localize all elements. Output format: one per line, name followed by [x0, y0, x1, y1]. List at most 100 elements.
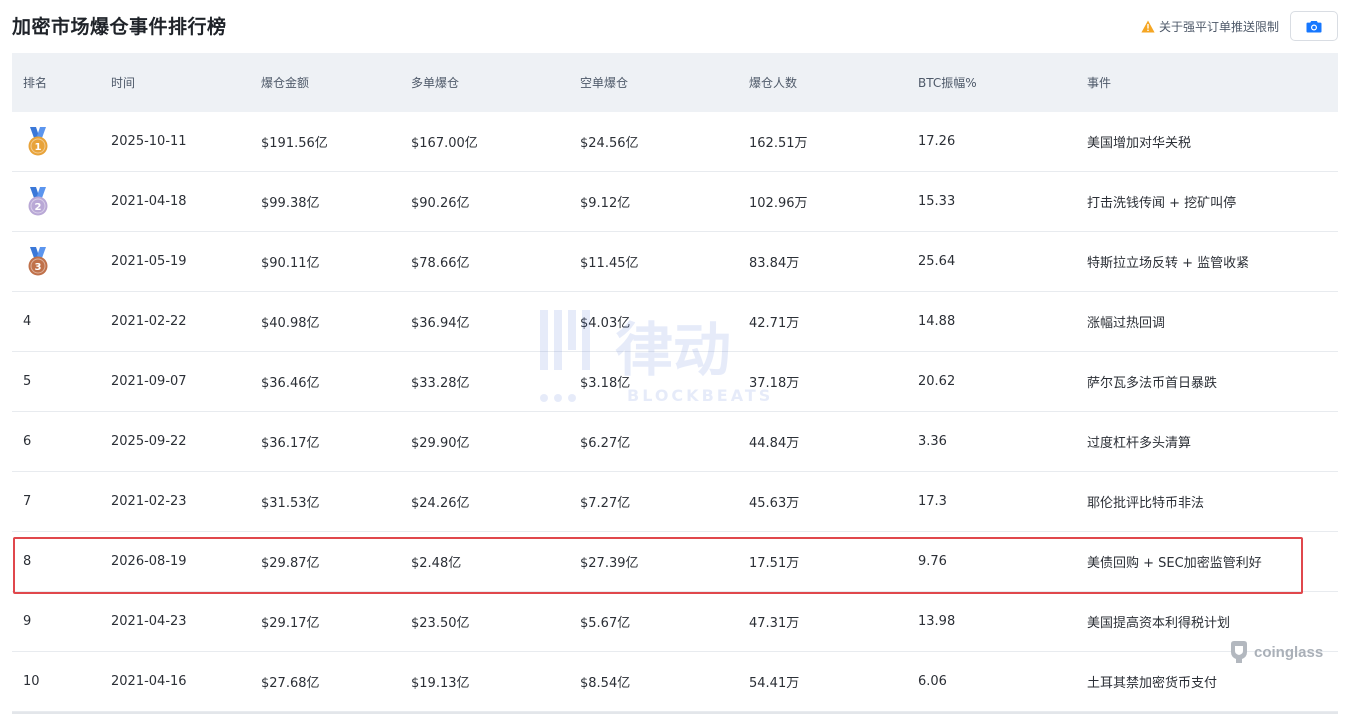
cell-long-liquidation: $2.48亿 [411, 556, 462, 571]
screenshot-button[interactable] [1290, 11, 1338, 41]
cell-total-liquidation: $40.98亿 [261, 316, 320, 331]
cell-rank: 9 [23, 614, 32, 629]
cell-long-liquidation: $90.26亿 [411, 196, 470, 211]
cell-btc-amplitude: 6.06 [918, 674, 947, 689]
cell-event: 美债回购 + SEC加密监管利好 [1087, 556, 1262, 571]
liquidation-ranking-table: 排名 时间 爆仓金额 多单爆仓 空单爆仓 爆仓人数 BTC振幅% 事件 1 202… [12, 53, 1338, 712]
header-rank[interactable]: 排名 [12, 74, 111, 91]
cell-btc-amplitude: 13.98 [918, 614, 956, 629]
cell-event: 美国提高资本利得税计划 [1087, 616, 1231, 631]
cell-rank: 8 [23, 554, 32, 569]
table-row[interactable]: 7 2021-02-23 $31.53亿 $24.26亿 $7.27亿 45.63万 17.… [12, 472, 1338, 532]
table-row[interactable]: 8 2026-08-19 $29.87亿 $2.48亿 $27.39亿 17.51万 9.7… [12, 532, 1338, 592]
table-row[interactable]: 9 2021-04-23 $29.17亿 $23.50亿 $5.67亿 47.31万 13.… [12, 592, 1338, 652]
medal-rank-number: 2 [35, 202, 42, 213]
coinglass-logo-icon [1231, 641, 1247, 663]
cell-rank: 10 [23, 674, 40, 689]
table-row[interactable]: 4 2021-02-22 $40.98亿 $36.94亿 $4.03亿 42.71万 14.… [12, 292, 1338, 352]
cell-total-liquidation: $90.11亿 [261, 256, 320, 271]
table-header: 排名 时间 爆仓金额 多单爆仓 空单爆仓 爆仓人数 BTC振幅% 事件 [12, 53, 1338, 112]
header-long-liquidation[interactable]: 多单爆仓 [411, 74, 580, 91]
table-row[interactable]: 1 2025-10-11 $191.56亿 $167.00亿 $24.56亿 162.51… [12, 112, 1338, 172]
cell-btc-amplitude: 17.3 [918, 494, 947, 509]
cell-time: 2021-02-22 [111, 314, 187, 329]
cell-event: 美国增加对华关税 [1087, 136, 1192, 151]
cell-time: 2021-04-23 [111, 614, 187, 629]
cell-short-liquidation: $7.27亿 [580, 496, 631, 511]
push-limit-notice-link[interactable]: 关于强平订单推送限制 [1141, 18, 1279, 35]
header-event: 事件 [1087, 76, 1112, 90]
cell-short-liquidation: $11.45亿 [580, 256, 639, 271]
header-short-liquidation[interactable]: 空单爆仓 [580, 74, 749, 91]
cell-rank: 7 [23, 494, 32, 509]
gold-medal-icon: 1 [28, 126, 48, 155]
bronze-medal-icon: 3 [28, 246, 48, 275]
page-title: 加密市场爆仓事件排行榜 [12, 16, 227, 38]
cell-event: 过度杠杆多头清算 [1087, 436, 1192, 451]
table-row[interactable]: 10 2021-04-16 $27.68亿 $19.13亿 $8.54亿 54.41万 6.… [12, 652, 1338, 712]
cell-rank: 5 [23, 374, 32, 389]
table-row[interactable]: 5 2021-09-07 $36.46亿 $33.28亿 $3.18亿 37.18万 20.… [12, 352, 1338, 412]
cell-total-liquidation: $99.38亿 [261, 196, 320, 211]
cell-long-liquidation: $78.66亿 [411, 256, 470, 271]
cell-event: 涨幅过热回调 [1087, 316, 1166, 331]
cell-liquidated-traders: 45.63万 [749, 496, 800, 511]
medal-rank-number: 1 [35, 142, 42, 153]
table-row[interactable]: 2 2021-04-18 $99.38亿 $90.26亿 $9.12亿 102.96万 15… [12, 172, 1338, 232]
cell-liquidated-traders: 17.51万 [749, 556, 800, 571]
cell-rank: 6 [23, 434, 32, 449]
coinglass-text: coinglass [1254, 643, 1324, 661]
cell-event: 特斯拉立场反转 + 监管收紧 [1087, 256, 1250, 271]
cell-time: 2025-10-11 [111, 134, 187, 149]
cell-btc-amplitude: 14.88 [918, 314, 956, 329]
medal-rank-number: 3 [35, 262, 42, 273]
cell-btc-amplitude: 3.36 [918, 434, 947, 449]
bottom-divider [12, 712, 1338, 714]
cell-btc-amplitude: 9.76 [918, 554, 947, 569]
table-row[interactable]: 6 2025-09-22 $36.17亿 $29.90亿 $6.27亿 44.84万 3.3… [12, 412, 1338, 472]
cell-time: 2021-04-18 [111, 194, 187, 209]
cell-liquidated-traders: 37.18万 [749, 376, 800, 391]
cell-short-liquidation: $5.67亿 [580, 616, 631, 631]
cell-time: 2026-08-19 [111, 554, 187, 569]
cell-long-liquidation: $29.90亿 [411, 436, 470, 451]
cell-event: 土耳其禁加密货币支付 [1087, 676, 1218, 691]
cell-time: 2021-04-16 [111, 674, 187, 689]
cell-liquidated-traders: 83.84万 [749, 256, 800, 271]
cell-liquidated-traders: 54.41万 [749, 676, 800, 691]
cell-event: 打击洗钱传闻 + 挖矿叫停 [1087, 196, 1237, 211]
cell-event: 萨尔瓦多法币首日暴跌 [1087, 376, 1218, 391]
cell-total-liquidation: $31.53亿 [261, 496, 320, 511]
header-btc-amplitude[interactable]: BTC振幅% [918, 74, 1087, 91]
cell-total-liquidation: $27.68亿 [261, 676, 320, 691]
table-body: 1 2025-10-11 $191.56亿 $167.00亿 $24.56亿 162.51… [12, 112, 1338, 712]
cell-total-liquidation: $36.17亿 [261, 436, 320, 451]
cell-long-liquidation: $24.26亿 [411, 496, 470, 511]
cell-btc-amplitude: 25.64 [918, 254, 956, 269]
cell-liquidated-traders: 162.51万 [749, 136, 808, 151]
silver-medal-icon: 2 [28, 186, 48, 215]
cell-rank: 4 [23, 314, 32, 329]
header-total-liquidation[interactable]: 爆仓金额 [261, 74, 411, 91]
rank-medal-cell: 1 [12, 126, 111, 157]
cell-total-liquidation: $36.46亿 [261, 376, 320, 391]
cell-btc-amplitude: 20.62 [918, 374, 956, 389]
cell-short-liquidation: $3.18亿 [580, 376, 631, 391]
header-liquidated-traders[interactable]: 爆仓人数 [749, 74, 918, 91]
header-time[interactable]: 时间 [111, 74, 261, 91]
cell-short-liquidation: $24.56亿 [580, 136, 639, 151]
cell-event: 耶伦批评比特币非法 [1087, 496, 1205, 511]
cell-time: 2021-09-07 [111, 374, 187, 389]
cell-total-liquidation: $191.56亿 [261, 136, 328, 151]
cell-time: 2021-02-23 [111, 494, 187, 509]
cell-long-liquidation: $19.13亿 [411, 676, 470, 691]
cell-total-liquidation: $29.87亿 [261, 556, 320, 571]
notice-text: 关于强平订单推送限制 [1158, 20, 1279, 34]
cell-liquidated-traders: 102.96万 [749, 196, 808, 211]
cell-time: 2021-05-19 [111, 254, 187, 269]
rank-medal-cell: 2 [12, 186, 111, 217]
cell-total-liquidation: $29.17亿 [261, 616, 320, 631]
table-row[interactable]: 3 2021-05-19 $90.11亿 $78.66亿 $11.45亿 83.84万 25… [12, 232, 1338, 292]
cell-btc-amplitude: 15.33 [918, 194, 956, 209]
cell-long-liquidation: $23.50亿 [411, 616, 470, 631]
